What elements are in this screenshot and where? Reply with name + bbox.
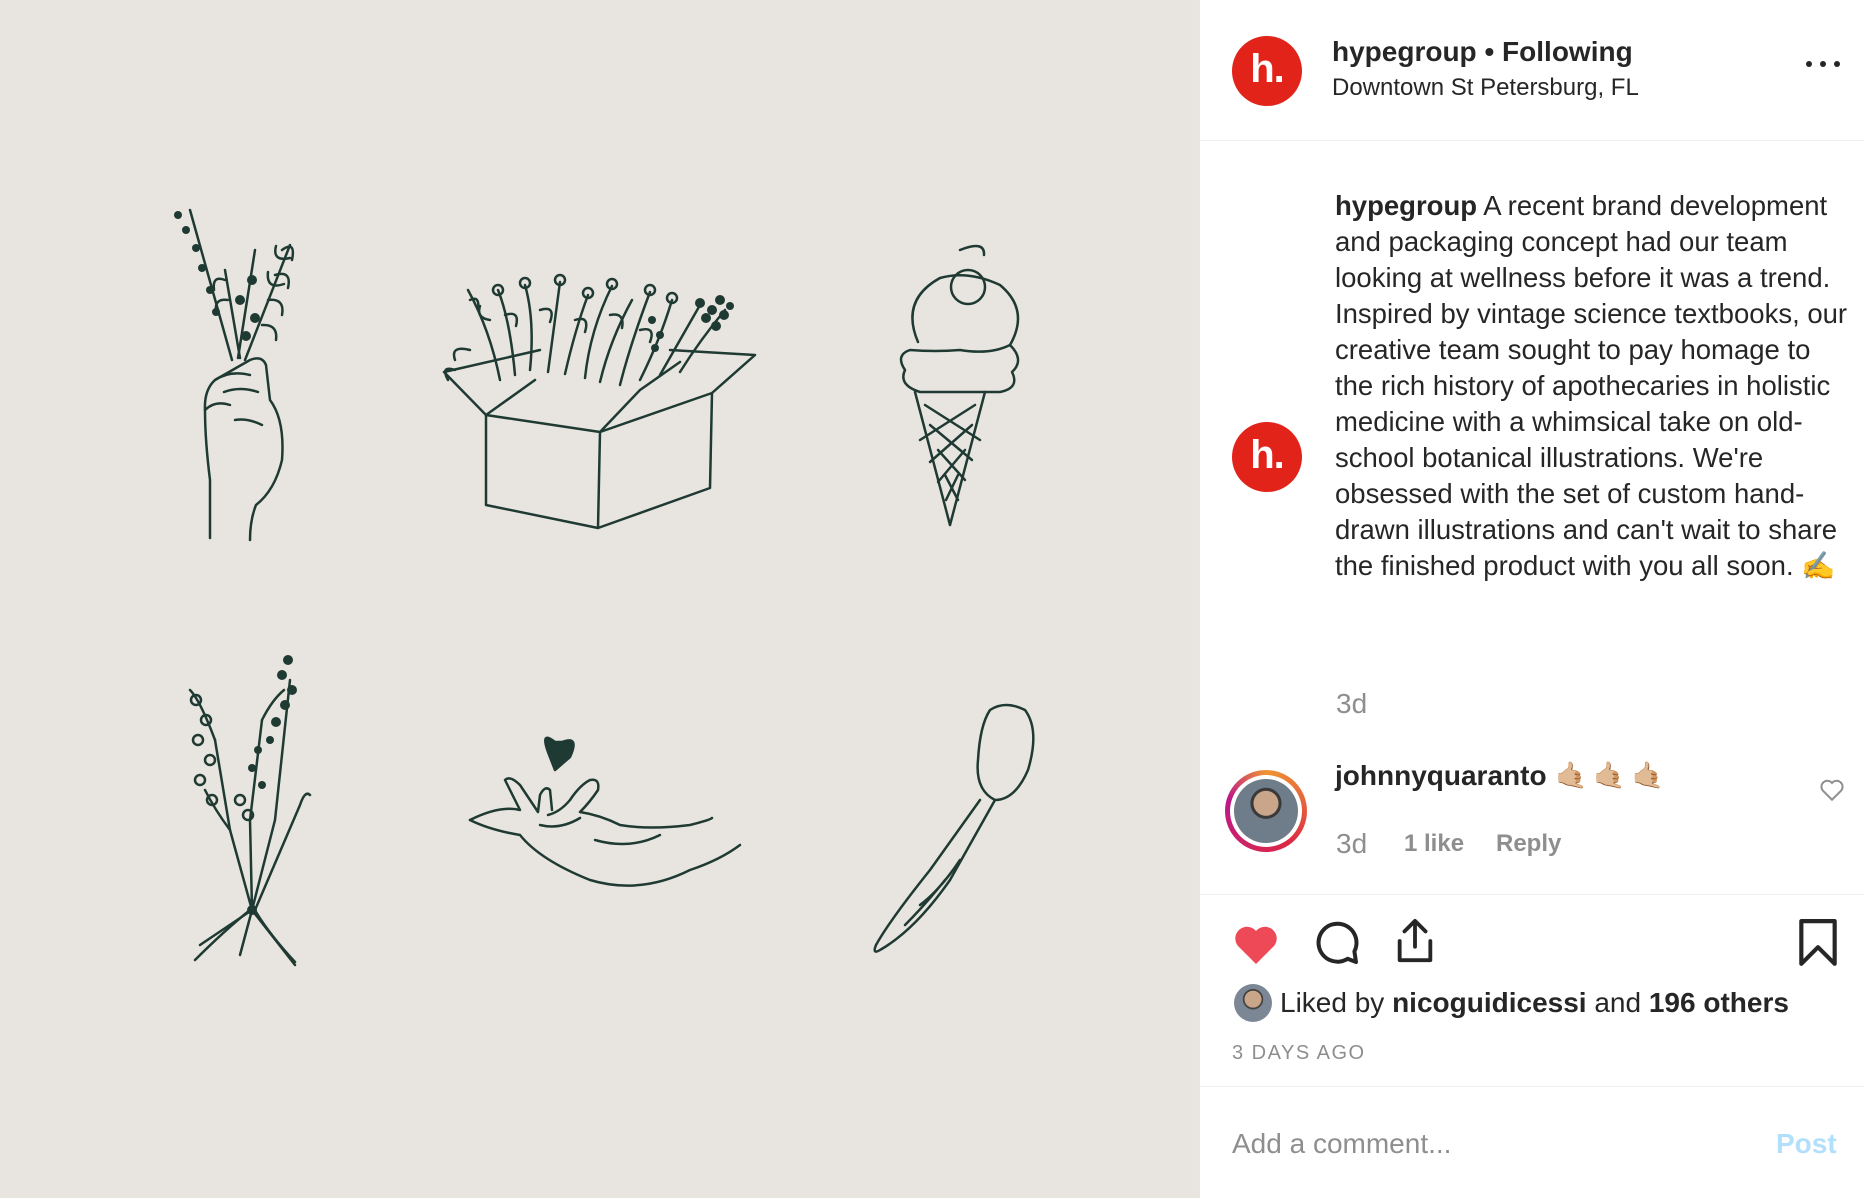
heart-icon[interactable] [1231,922,1281,966]
comment-reply-button[interactable]: Reply [1496,830,1561,858]
liker-avatar[interactable] [1234,984,1272,1022]
hypegroup-avatar[interactable]: h. [1232,36,1302,106]
post-location[interactable]: Downtown St Petersburg, FL [1332,74,1639,102]
caption-time[interactable]: 3d [1336,688,1367,720]
post-timestamp[interactable]: 3 DAYS AGO [1232,1042,1366,1065]
comment-username[interactable]: johnnyquaranto [1335,760,1547,792]
first-liker-username[interactable]: nicoguidicessi [1392,987,1587,1018]
share-icon[interactable] [1392,916,1438,966]
following-button[interactable]: Following [1502,36,1633,67]
caption-text: A recent brand development and packaging… [1335,190,1848,581]
commenter-avatar[interactable] [1225,770,1307,852]
liked-by-prefix: Liked by [1280,987,1385,1018]
hand-with-sprigs-illustration [174,208,295,542]
comment-icon[interactable] [1313,919,1361,967]
hand-with-heart-illustration [468,736,742,887]
caption-avatar[interactable]: h. [1232,422,1302,492]
post-comment-button[interactable]: Post [1776,1128,1837,1160]
box-of-flowers-illustration [442,273,757,530]
post-header-title: hypegroup • Following [1332,36,1633,68]
account-username[interactable]: hypegroup [1332,36,1477,67]
liked-by-connector: and [1594,987,1642,1018]
post-media[interactable] [0,0,1199,1198]
comment-like-icon[interactable] [1819,778,1845,802]
caption-username[interactable]: hypegroup [1335,190,1477,221]
separator-dot: • [1484,36,1495,67]
comment-likes[interactable]: 1 like [1404,830,1464,858]
header-divider [1200,140,1864,141]
add-comment-input[interactable] [1232,1128,1752,1160]
ice-cream-cone-illustration [899,244,1020,527]
lavender-bundle-illustration [188,655,312,967]
post-caption: hypegroup A recent brand development and… [1335,188,1850,584]
post-details-panel: h. hypegroup • Following Downtown St Pet… [1199,0,1864,1198]
comment-text: 🤙🏼🤙🏼🤙🏼 [1555,760,1671,790]
composer-divider [1200,1086,1864,1087]
likes-summary: Liked by nicoguidicessi and 196 others [1280,987,1789,1019]
comments-divider [1200,894,1864,895]
comment-time[interactable]: 3d [1336,828,1367,860]
illustration-set [174,208,1035,967]
more-options-icon[interactable] [1806,54,1840,74]
wooden-spoon-illustration [873,703,1035,953]
others-likes-link[interactable]: 196 others [1649,987,1789,1018]
bookmark-icon[interactable] [1797,918,1839,968]
